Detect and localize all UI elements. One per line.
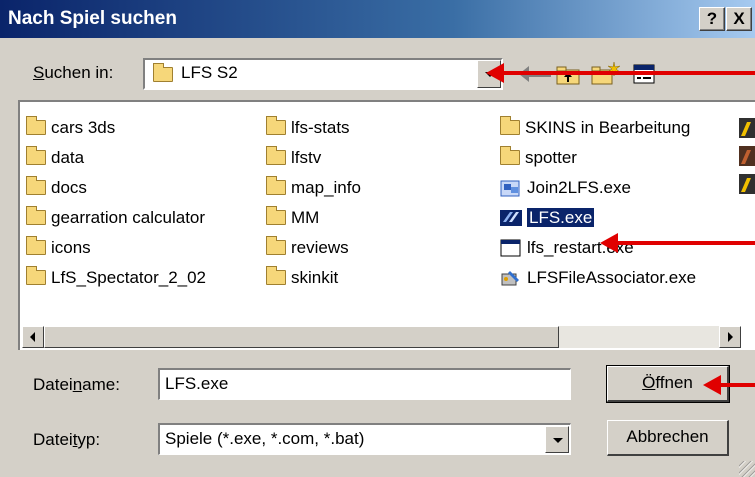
- list-item[interactable]: spotter: [500, 144, 577, 170]
- horizontal-scrollbar[interactable]: [22, 326, 741, 348]
- filetype-select[interactable]: Spiele (*.exe, *.com, *.bat): [158, 423, 571, 455]
- lookin-combobox[interactable]: LFS S2: [143, 58, 503, 90]
- list-item[interactable]: Join2LFS.exe: [500, 174, 631, 200]
- folder-icon: [266, 176, 286, 196]
- list-item[interactable]: SKINS in Bearbeitung: [500, 114, 690, 140]
- partial-file-icon: [739, 118, 755, 194]
- filetype-value: Spiele (*.exe, *.com, *.bat): [165, 429, 365, 448]
- list-item[interactable]: MM: [266, 204, 319, 230]
- list-item[interactable]: cars 3ds: [26, 114, 115, 140]
- filename-label: Dateiname:: [33, 375, 120, 394]
- exe-icon: [500, 180, 520, 197]
- filename-input[interactable]: LFS.exe: [158, 368, 571, 400]
- list-item[interactable]: gearration calculator: [26, 204, 205, 230]
- title-bar: Nach Spiel suchen ? X: [0, 0, 755, 38]
- filetype-dropdown-button[interactable]: [545, 426, 569, 453]
- lfs-exe-icon: [500, 209, 522, 226]
- lookin-value: LFS S2: [181, 63, 238, 82]
- list-item[interactable]: LFSFileAssociator.exe: [500, 264, 696, 290]
- close-button[interactable]: X: [726, 7, 752, 31]
- folder-icon: [500, 146, 520, 166]
- folder-icon: [266, 236, 286, 256]
- list-item[interactable]: data: [26, 144, 84, 170]
- list-item[interactable]: LFS.exe: [500, 204, 596, 230]
- tools-exe-icon: [501, 270, 519, 286]
- folder-icon: [26, 206, 46, 226]
- folder-icon: [26, 266, 46, 286]
- resize-grip[interactable]: [739, 461, 755, 477]
- window-exe-icon: [500, 239, 521, 257]
- list-item[interactable]: skinkit: [266, 264, 338, 290]
- scroll-right-button[interactable]: [719, 326, 741, 348]
- list-item[interactable]: LfS_Spectator_2_02: [26, 264, 206, 290]
- list-item[interactable]: lfs-stats: [266, 114, 350, 140]
- filetype-label: Dateityp:: [33, 430, 101, 449]
- list-item[interactable]: map_info: [266, 174, 361, 200]
- folder-icon: [26, 176, 46, 196]
- left-triangle-icon: [30, 332, 35, 342]
- list-item[interactable]: icons: [26, 234, 91, 260]
- folder-icon: [500, 116, 520, 136]
- folder-icon: [266, 266, 286, 286]
- right-triangle-icon: [728, 332, 733, 342]
- lookin-label: Suchen in:: [33, 63, 114, 82]
- cancel-button[interactable]: Abbrechen: [607, 420, 729, 456]
- list-item[interactable]: lfstv: [266, 144, 321, 170]
- file-list[interactable]: cars 3ds data docs gearration calculator…: [18, 100, 755, 350]
- scroll-thumb[interactable]: [44, 326, 559, 348]
- help-button[interactable]: ?: [699, 7, 725, 31]
- folder-icon: [153, 63, 173, 84]
- window-title: Nach Spiel suchen: [8, 8, 177, 29]
- folder-icon: [26, 236, 46, 256]
- folder-icon: [266, 116, 286, 136]
- folder-icon: [26, 146, 46, 166]
- list-item[interactable]: docs: [26, 174, 87, 200]
- scroll-left-button[interactable]: [22, 326, 44, 348]
- folder-icon: [266, 146, 286, 166]
- folder-icon: [266, 206, 286, 226]
- list-item[interactable]: reviews: [266, 234, 349, 260]
- folder-icon: [26, 116, 46, 136]
